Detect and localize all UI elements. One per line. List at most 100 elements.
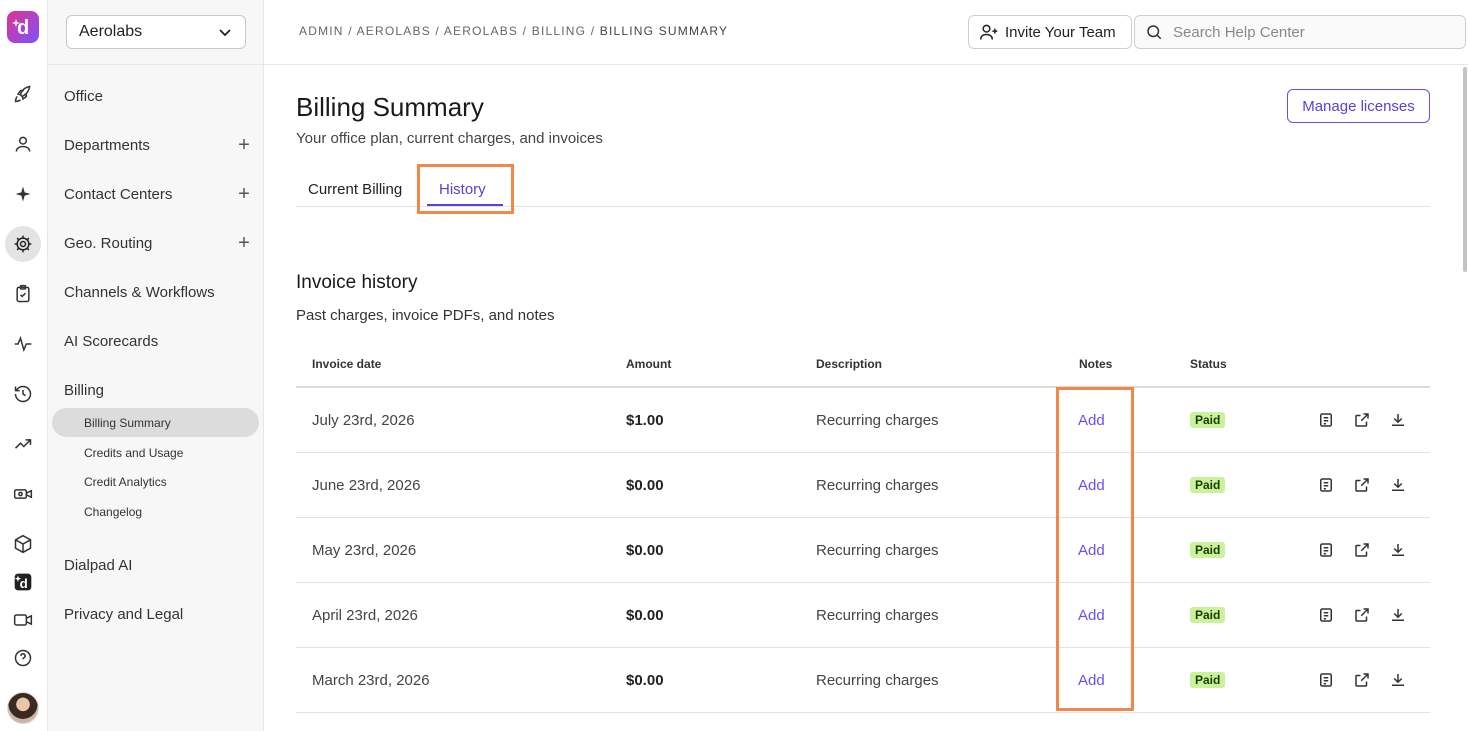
sidebar-item-office[interactable]: Office [64,83,254,109]
history-icon[interactable] [5,376,41,412]
download-icon[interactable] [1389,606,1407,624]
trending-icon[interactable] [5,426,41,462]
search-icon [1147,25,1162,40]
status-badge: Paid [1190,477,1226,493]
video-icon[interactable] [5,602,41,638]
video-settings-icon[interactable] [5,476,41,512]
status-badge: Paid [1190,412,1226,428]
download-icon[interactable] [1389,671,1407,689]
tab-current-billing[interactable]: Current Billing [308,181,402,198]
sidebar: Aerolabs Office Departments + Contact Ce… [48,0,264,731]
add-department-icon[interactable]: + [234,134,254,157]
sidebar-item-geo-routing[interactable]: Geo. Routing + [64,230,254,256]
sidebar-item-label: AI Scorecards [64,332,159,350]
org-selector[interactable]: Aerolabs [66,15,246,49]
sidebar-item-contact-centers[interactable]: Contact Centers + [64,181,254,207]
column-header-description[interactable]: Description [816,357,882,371]
document-icon[interactable] [1317,411,1335,429]
scrollbar-thumb[interactable] [1463,67,1467,272]
sidebar-item-label: Billing [64,381,105,399]
status-badge: Paid [1190,542,1226,558]
user-avatar[interactable] [7,692,39,724]
chevron-down-icon [219,29,231,37]
sidebar-subitem-billing-summary[interactable]: Billing Summary [52,408,259,437]
external-link-icon[interactable] [1353,671,1371,689]
sidebar-subitem-changelog[interactable]: Changelog [52,497,259,526]
org-selector-label: Aerolabs [79,23,143,40]
breadcrumb-path[interactable]: ADMIN / AEROLABS / AEROLABS / BILLING / [299,24,600,38]
page-title: Billing Summary [296,92,484,122]
sidebar-subitem-label: Changelog [84,504,143,519]
invite-team-button[interactable]: Invite Your Team [968,15,1132,49]
external-link-icon[interactable] [1353,411,1371,429]
add-geo-routing-icon[interactable]: + [234,232,254,255]
help-search [1134,15,1466,49]
sidebar-subitem-credit-analytics[interactable]: Credit Analytics [52,467,259,496]
pulse-icon[interactable] [5,326,41,362]
gear-icon[interactable] [5,226,41,262]
clipboard-icon[interactable] [5,276,41,312]
sidebar-subitem-label: Billing Summary [84,415,171,430]
invoice-date: April 23rd, 2026 [312,607,418,624]
manage-licenses-button[interactable]: Manage licenses [1287,89,1430,123]
topbar: ADMIN / AEROLABS / AEROLABS / BILLING / … [264,0,1468,65]
invoice-amount: $0.00 [626,607,664,624]
external-link-icon[interactable] [1353,606,1371,624]
rocket-icon[interactable] [5,76,41,112]
app-window: d d Aerolabs Office Departments + Contac… [0,0,1468,731]
column-header-invoice-date[interactable]: Invoice date [312,357,381,371]
sidebar-subitem-credits-usage[interactable]: Credits and Usage [52,438,259,467]
invoice-history-subtitle: Past charges, invoice PDFs, and notes [296,307,555,324]
sidebar-item-ai-scorecards[interactable]: AI Scorecards [64,328,254,354]
sparkle-icon[interactable] [5,176,41,212]
invoice-amount: $0.00 [626,542,664,559]
table-row[interactable]: April 23rd, 2026 $0.00 Recurring charges… [296,583,1430,648]
document-icon[interactable] [1317,671,1335,689]
invoice-description: Recurring charges [816,607,939,624]
sidebar-item-label: Office [64,87,103,105]
table-row[interactable]: July 23rd, 2026 $1.00 Recurring charges … [296,388,1430,453]
sidebar-subitem-label: Credit Analytics [84,474,167,489]
add-contact-center-icon[interactable]: + [234,183,254,206]
help-icon[interactable] [5,640,41,676]
column-header-notes[interactable]: Notes [1079,357,1112,371]
table-row[interactable]: June 23rd, 2026 $0.00 Recurring charges … [296,453,1430,518]
sidebar-divider [48,64,264,65]
sidebar-item-billing[interactable]: Billing [64,377,254,403]
invoice-date: March 23rd, 2026 [312,672,430,689]
document-icon[interactable] [1317,476,1335,494]
external-link-icon[interactable] [1353,476,1371,494]
sidebar-item-departments[interactable]: Departments + [64,132,254,158]
table-row[interactable]: March 23rd, 2026 $0.00 Recurring charges… [296,648,1430,713]
column-header-amount[interactable]: Amount [626,357,671,371]
invoice-date: May 23rd, 2026 [312,542,417,559]
table-row[interactable]: May 23rd, 2026 $0.00 Recurring charges A… [296,518,1430,583]
search-input[interactable] [1173,23,1443,41]
sidebar-item-label: Privacy and Legal [64,605,184,623]
sidebar-item-label: Channels & Workflows [64,283,215,301]
sidebar-item-privacy-legal[interactable]: Privacy and Legal [64,601,254,627]
document-icon[interactable] [1317,541,1335,559]
sidebar-item-dialpad-ai[interactable]: Dialpad AI [64,552,254,578]
sidebar-item-label: Geo. Routing [64,234,153,252]
download-icon[interactable] [1389,541,1407,559]
invoice-description: Recurring charges [816,477,939,494]
external-link-icon[interactable] [1353,541,1371,559]
column-header-status[interactable]: Status [1190,357,1227,371]
sidebar-item-channels-workflows[interactable]: Channels & Workflows [64,279,254,305]
dialpad-logo-icon[interactable]: d [7,11,39,43]
sidebar-item-label: Departments [64,136,150,154]
download-icon[interactable] [1389,476,1407,494]
document-icon[interactable] [1317,606,1335,624]
svg-text:d: d [20,576,28,591]
scrollbar[interactable] [1460,65,1468,731]
dialpad-ai-icon[interactable]: d [5,564,41,600]
sidebar-item-label: Contact Centers [64,185,173,203]
person-icon[interactable] [5,126,41,162]
svg-text:d: d [17,17,29,38]
sidebar-item-label: Dialpad AI [64,556,133,574]
download-icon[interactable] [1389,411,1407,429]
invoice-amount: $0.00 [626,672,664,689]
add-user-icon [979,24,998,40]
cube-icon[interactable] [5,526,41,562]
